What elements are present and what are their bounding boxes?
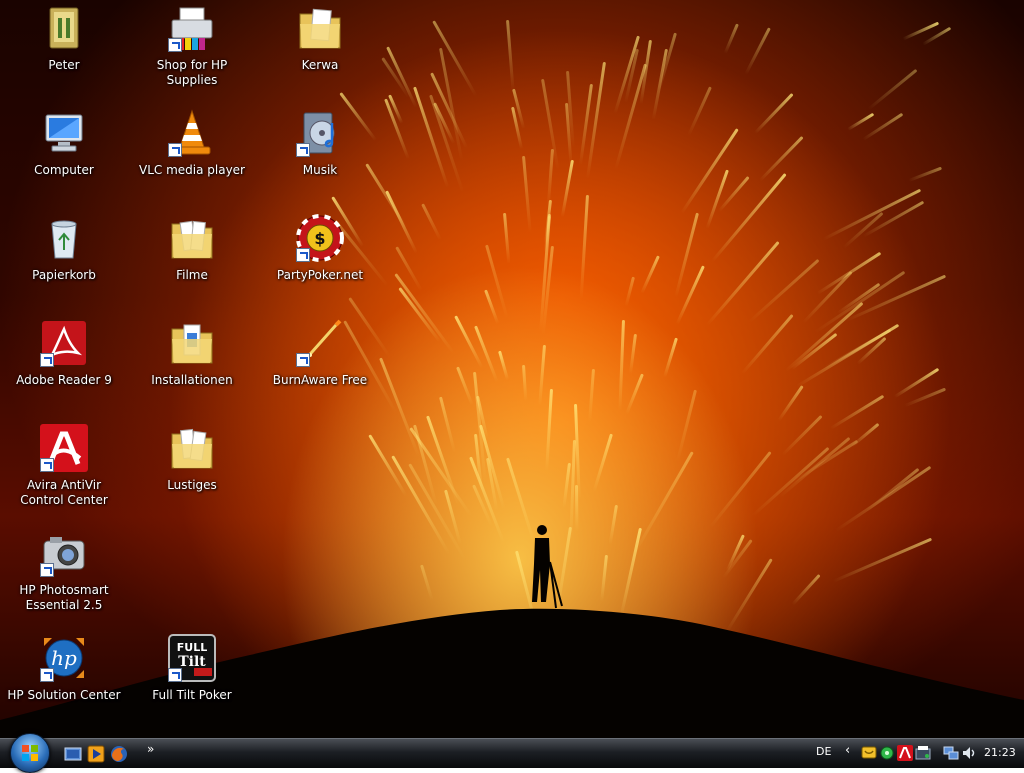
- camera-icon: [40, 529, 88, 577]
- avira-tray-icon[interactable]: [897, 745, 913, 761]
- svg-text:hp: hp: [51, 646, 77, 670]
- desktop-icon-lustiges[interactable]: Lustiges: [132, 424, 252, 493]
- svg-text:FULL: FULL: [177, 641, 207, 654]
- icon-label: VLC media player: [138, 163, 245, 177]
- shortcut-arrow-icon: [296, 353, 310, 367]
- desktop-icon-shop-hp-supplies[interactable]: Shop for HP Supplies: [132, 4, 252, 88]
- show-desktop-icon[interactable]: [64, 745, 82, 763]
- language-indicator[interactable]: DE: [816, 745, 831, 758]
- computer-icon: [40, 109, 88, 157]
- icon-label: Filme: [176, 268, 208, 282]
- desktop-icon-adobe-reader[interactable]: Adobe Reader 9: [4, 319, 124, 388]
- person-silhouette: [532, 525, 563, 609]
- green-gear-tray-icon[interactable]: [879, 745, 895, 761]
- messenger-tray-icon[interactable]: [861, 745, 877, 761]
- tray-expand-button[interactable]: ‹: [845, 743, 850, 758]
- shortcut-arrow-icon: [168, 143, 182, 157]
- shortcut-arrow-icon: [296, 248, 310, 262]
- desktop-wallpaper: Peter Computer Papierkorb Adobe Reader 9…: [0, 0, 1024, 738]
- network-tray-icon[interactable]: [943, 745, 959, 761]
- recycle-bin-icon: [40, 214, 88, 262]
- folder-icon: [168, 214, 216, 262]
- icon-label: Computer: [34, 163, 94, 177]
- shortcut-arrow-icon: [40, 668, 54, 682]
- desktop-icon-musik[interactable]: Musik: [260, 109, 380, 178]
- icon-label: Kerwa: [301, 58, 339, 72]
- desktop-icon-computer[interactable]: Computer: [4, 109, 124, 178]
- desktop-icon-partypoker[interactable]: $ PartyPoker.net: [260, 214, 380, 283]
- desktop-icon-filme[interactable]: Filme: [132, 214, 252, 283]
- desktop-icon-installationen[interactable]: Installationen: [132, 319, 252, 388]
- shortcut-arrow-icon: [40, 353, 54, 367]
- desktop-icon-hp-photosmart[interactable]: HP Photosmart Essential 2.5: [4, 529, 124, 613]
- svg-text:Tilt: Tilt: [178, 654, 206, 670]
- icon-label: BurnAware Free: [272, 373, 368, 387]
- shortcut-arrow-icon: [296, 143, 310, 157]
- adobe-reader-icon: [40, 319, 88, 367]
- folder-icon: [296, 4, 344, 52]
- desktop-icon-burnaware[interactable]: BurnAware Free: [260, 319, 380, 388]
- icon-label: Full Tilt Poker: [152, 688, 232, 702]
- poker-chip-icon: $: [296, 214, 344, 262]
- icon-label: HP Photosmart Essential 2.5: [19, 583, 109, 612]
- icon-label: Peter: [48, 58, 80, 72]
- icon-label: HP Solution Center: [7, 688, 121, 702]
- hp-status-tray-icon[interactable]: [915, 745, 931, 761]
- vlc-cone-icon: [168, 109, 216, 157]
- desktop-icon-full-tilt-poker[interactable]: FULL Tilt Full Tilt Poker: [132, 634, 252, 703]
- shortcut-arrow-icon: [168, 38, 182, 52]
- desktop-icon-kerwa[interactable]: Kerwa: [260, 4, 380, 73]
- taskbar: » DE ‹ 21:23: [0, 733, 1024, 773]
- start-button[interactable]: [10, 733, 50, 773]
- firefox-icon[interactable]: [110, 745, 128, 763]
- volume-tray-icon[interactable]: [961, 745, 977, 761]
- music-folder-icon: [296, 109, 344, 157]
- burnaware-icon: [296, 319, 344, 367]
- desktop-icon-papierkorb[interactable]: Papierkorb: [4, 214, 124, 283]
- folder-icon: [168, 319, 216, 367]
- icon-label: Installationen: [151, 373, 233, 387]
- clock[interactable]: 21:23: [984, 746, 1016, 759]
- desktop-icon-hp-solution-center[interactable]: hp HP Solution Center: [4, 634, 124, 703]
- icon-label: Lustiges: [167, 478, 217, 492]
- shortcut-arrow-icon: [40, 458, 54, 472]
- printer-shop-icon: [168, 4, 216, 52]
- quick-launch-overflow-button[interactable]: »: [147, 742, 154, 756]
- icon-label: Adobe Reader 9: [16, 373, 112, 387]
- icon-label: PartyPoker.net: [276, 268, 364, 282]
- full-tilt-poker-icon: FULL Tilt: [168, 634, 216, 682]
- svg-text:$: $: [314, 229, 325, 248]
- windows-logo-icon: [22, 745, 38, 761]
- desktop-icon-avira[interactable]: Avira AntiVir Control Center: [4, 424, 124, 508]
- icon-label: Avira AntiVir Control Center: [20, 478, 108, 507]
- desktop-icon-peter[interactable]: Peter: [4, 4, 124, 73]
- user-folder-icon: [40, 4, 88, 52]
- desktop-icon-vlc[interactable]: VLC media player: [132, 109, 252, 178]
- shortcut-arrow-icon: [40, 563, 54, 577]
- hp-logo-icon: hp: [40, 634, 88, 682]
- icon-label: Musik: [302, 163, 338, 177]
- avira-icon: [40, 424, 88, 472]
- media-player-icon[interactable]: [87, 745, 105, 763]
- folder-icon: [168, 424, 216, 472]
- icon-label: Papierkorb: [32, 268, 96, 282]
- icon-label: Shop for HP Supplies: [156, 58, 228, 87]
- shortcut-arrow-icon: [168, 668, 182, 682]
